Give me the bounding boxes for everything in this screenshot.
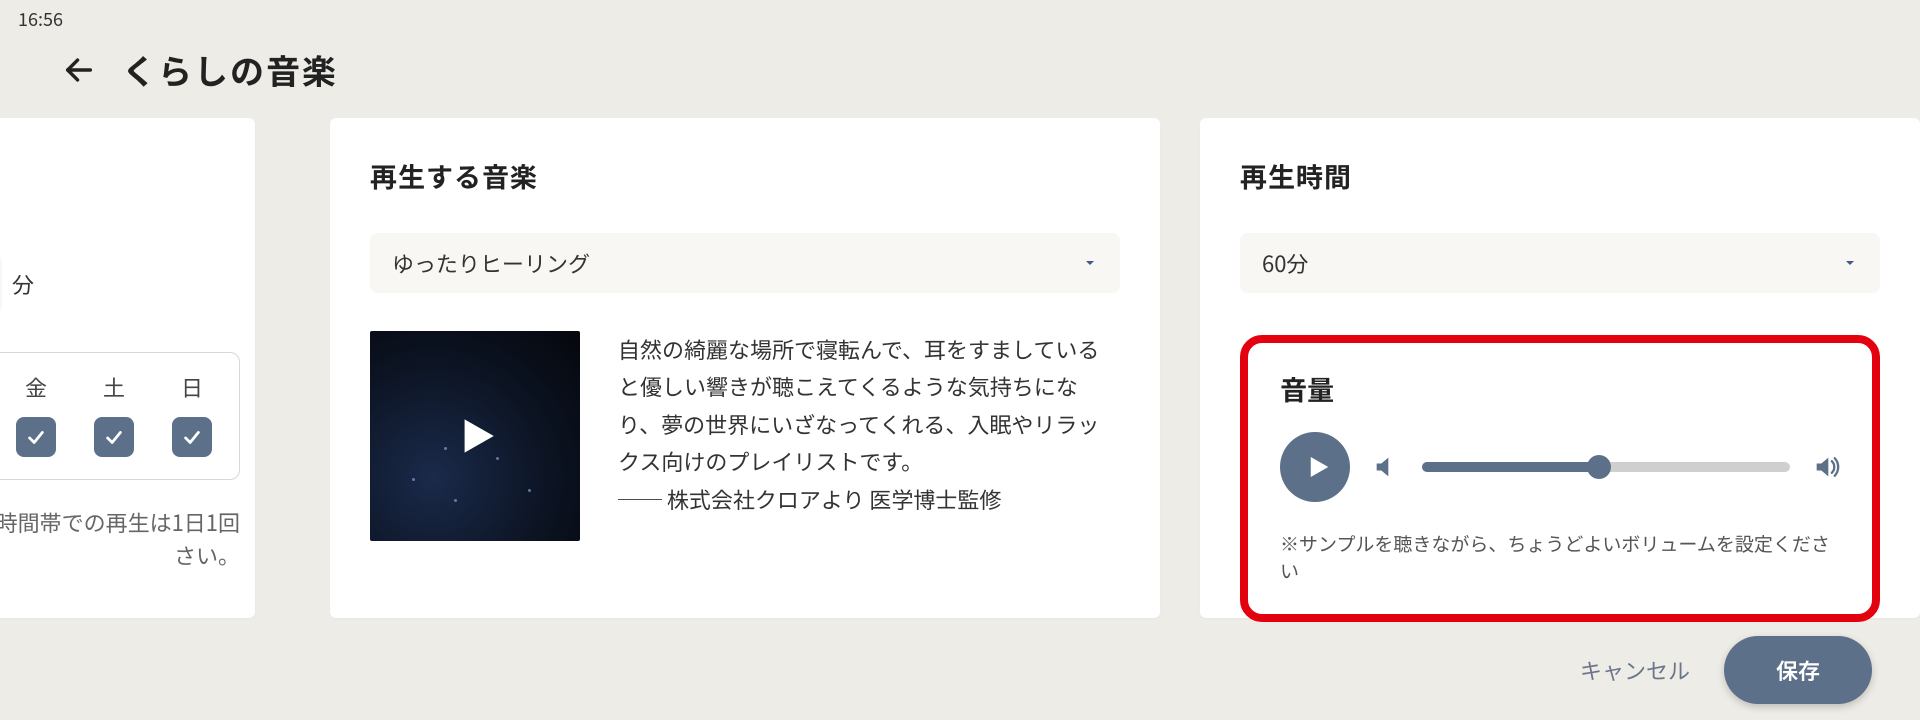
duration-select[interactable]: 60分 [1240,233,1880,293]
day-checkbox-sun[interactable] [172,417,212,457]
day-checkbox-fri[interactable] [16,417,56,457]
music-select-card: 再生する音楽 ゆったりヒーリング 自然の綺麗な場所で寝転んで、耳をすましていると… [330,118,1160,618]
duration-volume-card: 再生時間 60分 音量 ※サンプルを聴きながら、ちょうどよいボリュームを設定くだ… [1200,118,1920,618]
cancel-button[interactable]: キャンセル [1574,644,1696,696]
volume-high-icon [1812,453,1840,481]
duration-section-title: 再生時間 [1240,156,1880,195]
volume-slider-fill [1422,462,1599,472]
chevron-down-icon [1842,255,1858,271]
volume-note: ※サンプルを聴きながら、ちょうどよいボリュームを設定ください [1280,530,1840,584]
minute-select[interactable]: 0 [0,256,2,312]
chevron-down-icon [1082,255,1098,271]
volume-section-title: 音量 [1280,369,1840,408]
day-selector: 金 土 日 [0,352,240,480]
music-section-title: 再生する音楽 [370,156,1120,195]
volume-low-icon [1372,453,1400,481]
back-arrow-icon[interactable] [62,53,96,87]
day-label-fri: 金 [25,371,47,403]
volume-block-highlight: 音量 ※サンプルを聴きながら、ちょうどよいボリュームを設定ください [1240,335,1880,622]
volume-slider-thumb[interactable] [1587,455,1611,479]
music-select-value: ゆったりヒーリング [392,247,590,279]
duration-select-value: 60分 [1262,247,1308,279]
play-icon [370,331,580,541]
day-label-sun: 日 [181,371,203,403]
time-settings-card: 時 0 分 金 土 日 時間帯での再生は1日 [0,118,255,618]
time-note: 時間帯での再生は1日1回 さい。 [0,506,240,572]
page-title: くらしの音楽 [122,45,338,94]
music-thumbnail[interactable] [370,331,580,541]
header: くらしの音楽 [62,45,338,94]
music-description: 自然の綺麗な場所で寝転んで、耳をすましていると優しい響きが聴こえてくるような気持… [618,331,1120,541]
status-time: 16:56 [18,6,63,32]
day-checkbox-sat[interactable] [94,417,134,457]
footer-actions: キャンセル 保存 [1574,636,1872,704]
volume-slider[interactable] [1422,462,1790,472]
day-label-sat: 土 [103,371,125,403]
minute-unit: 分 [12,268,34,300]
music-select[interactable]: ゆったりヒーリング [370,233,1120,293]
save-button[interactable]: 保存 [1724,636,1872,704]
sample-play-button[interactable] [1280,432,1350,502]
